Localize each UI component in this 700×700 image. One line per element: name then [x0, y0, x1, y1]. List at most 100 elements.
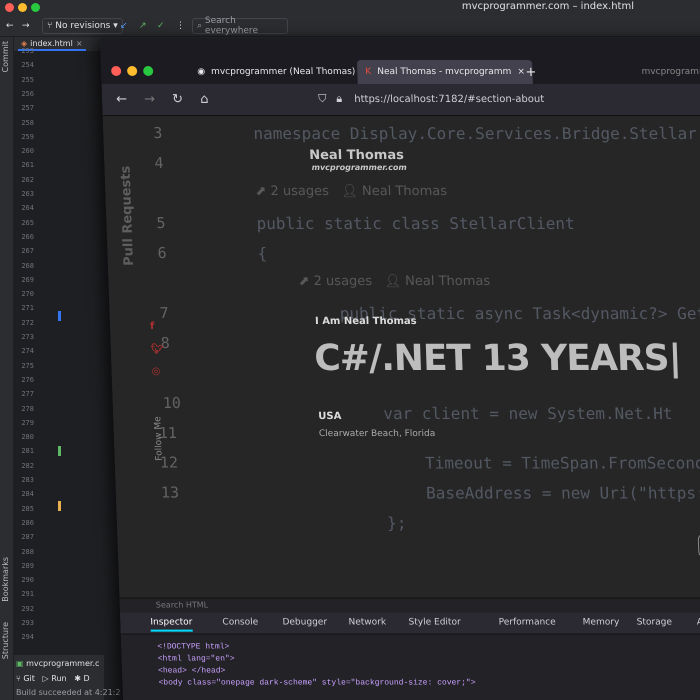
search-placeholder: Search everywhere [204, 16, 258, 36]
window-title: mvcprogrammer.com – index.html [461, 1, 634, 12]
devtools-panel: Search HTML Inspector Console Debugger Netw… [119, 597, 700, 700]
line-number: 277 [21, 390, 34, 399]
headline: C#/.NET 13 YEARS| [313, 337, 682, 379]
devtools-tab-style-editor[interactable]: Style Editor [408, 618, 460, 628]
bookmarks-tool-tab[interactable]: Bookmarks [1, 557, 10, 602]
browser-maximize-button[interactable] [143, 65, 154, 76]
code-line-number: 6 [157, 243, 167, 262]
structure-tool-tab[interactable]: Structure [1, 622, 10, 659]
code-line: BaseAddress = new Uri("https://ap [425, 483, 700, 503]
new-tab-button[interactable]: + [517, 60, 545, 84]
line-number: 276 [21, 375, 34, 384]
vcs-change-marker [58, 501, 61, 511]
lock-icon[interactable]: 🔒︎ [336, 92, 342, 106]
close-window-button[interactable] [5, 3, 14, 12]
bottom-status-panel: ▣ mvcprogrammer.c ⑂ Git ▷ Run ✱ D Build … [14, 655, 120, 700]
code-line-number: 10 [162, 393, 182, 412]
line-number: 270 [21, 290, 34, 299]
code-line: { [257, 243, 268, 263]
browser-minimize-button[interactable] [126, 65, 138, 76]
dom-line[interactable]: <html lang="en"> [158, 655, 235, 664]
browser-forward-icon[interactable]: → [144, 92, 155, 107]
line-number: 273 [21, 333, 34, 341]
shield-icon[interactable]: ⛉ [318, 92, 327, 106]
url-input[interactable]: https://localhost:7182/#section-about [354, 94, 544, 105]
browser-right-label: mvcprogramm [641, 66, 700, 77]
more-options-icon[interactable]: ⋮ [176, 18, 185, 34]
commit-check-icon[interactable]: ✓ [157, 18, 165, 34]
line-number: 279 [21, 418, 34, 427]
line-number: 255 [21, 75, 34, 84]
dom-line[interactable]: <!DOCTYPE html> [157, 643, 229, 652]
browser-tab-github[interactable]: ◉ mvcprogrammer (Neal Thomas) × [189, 60, 378, 84]
usages-hint: ⬈ 2 usages 👤︎ Neal Thomas [255, 183, 448, 199]
devtools-tab-bar: Inspector Console Debugger Network Style Edi… [120, 612, 700, 635]
line-number: 272 [21, 318, 34, 327]
close-tab-icon[interactable]: × [76, 39, 83, 48]
dom-line[interactable]: <head> </head> [158, 667, 226, 676]
devtools-tab-storage[interactable]: Storage [637, 618, 673, 628]
search-html-input[interactable]: Search HTML [156, 601, 209, 610]
site-favicon-icon: K [365, 66, 372, 77]
twitter-icon[interactable]: 🐦︎ [151, 344, 164, 355]
build-status: Build succeeded at 4:21:2 [16, 688, 121, 697]
code-line-number: 4 [154, 153, 164, 172]
line-number: 287 [21, 533, 34, 542]
line-number: 274 [21, 347, 34, 356]
line-number: 253 [21, 47, 34, 55]
code-line: var client = new System.Net.Ht [382, 403, 673, 423]
line-number: 254 [21, 61, 34, 70]
site-logo[interactable]: Neal Thomas mvcprogrammer.com [309, 148, 407, 172]
line-number: 263 [21, 190, 34, 198]
browser-close-button[interactable] [110, 65, 122, 76]
reload-icon[interactable]: ↻ [172, 92, 183, 107]
commit-tool-tab[interactable]: Commit [1, 41, 10, 72]
line-number: 291 [21, 590, 34, 599]
code-line: namespace Display.Core.Services.Bridge.S… [253, 123, 700, 143]
code-line-number: 7 [159, 303, 169, 322]
devtools-tab-network[interactable]: Network [348, 618, 386, 628]
github-icon: ◉ [197, 66, 206, 77]
web-page: 3 4 5 6 7 8 10 11 12 13 namespace Displa… [102, 115, 700, 676]
browser-back-icon[interactable]: ← [116, 92, 127, 107]
forward-arrow-icon[interactable]: → [22, 18, 30, 34]
facebook-icon[interactable]: f [150, 321, 155, 332]
maximize-window-button[interactable] [31, 3, 40, 12]
devtools-tab-memory[interactable]: Memory [583, 618, 620, 628]
follow-me-label: Follow Me [153, 416, 165, 461]
ide-titlebar: mvcprogrammer.com – index.html [0, 0, 700, 15]
line-number: 285 [21, 504, 34, 513]
instagram-icon[interactable]: ◎ [151, 366, 160, 377]
run-tool-button[interactable]: ▷ Run [43, 674, 67, 683]
branch-selector[interactable]: ⑂ No revisions ▾ [42, 18, 123, 34]
line-number: 278 [21, 404, 34, 413]
push-icon[interactable]: ↗ [139, 18, 147, 34]
back-arrow-icon[interactable]: ← [6, 18, 14, 34]
line-number: 288 [21, 547, 34, 556]
debug-tool-button[interactable]: ✱ D [74, 674, 89, 683]
pull-requests-label: Pull Requests [118, 165, 137, 266]
search-everywhere-input[interactable]: ⌕ Search everywhere [192, 16, 288, 36]
browser-tab-site[interactable]: K Neal Thomas - mvcprogramm × [356, 59, 534, 84]
devtools-tab-inspector[interactable]: Inspector [150, 617, 193, 632]
code-line-number: 5 [156, 213, 166, 232]
devtools-tab-performance[interactable]: Performance [498, 618, 555, 628]
code-line-number: 3 [153, 123, 163, 142]
dom-line[interactable]: <body class="onepage dark-scheme" style=… [158, 679, 475, 688]
home-icon[interactable]: ⌂ [200, 92, 209, 107]
line-number: 269 [21, 275, 34, 284]
devtools-tab-accessibility[interactable]: Accessibility [697, 618, 700, 628]
code-line-number: 13 [160, 483, 180, 502]
update-project-icon[interactable]: ↙ [120, 18, 128, 34]
line-number: 267 [21, 247, 34, 256]
line-number: 265 [21, 218, 34, 227]
devtools-tab-debugger[interactable]: Debugger [282, 618, 327, 628]
run-configuration[interactable]: ▣ mvcprogrammer.c [16, 659, 99, 668]
devtools-tab-console[interactable]: Console [222, 618, 258, 628]
code-line: public static class StellarClient [256, 213, 575, 233]
git-tool-button[interactable]: ⑂ Git [16, 674, 35, 683]
line-number: 268 [21, 261, 34, 270]
branch-label: No revisions [55, 21, 111, 31]
minimize-window-button[interactable] [18, 3, 27, 12]
line-number: 289 [21, 561, 34, 570]
